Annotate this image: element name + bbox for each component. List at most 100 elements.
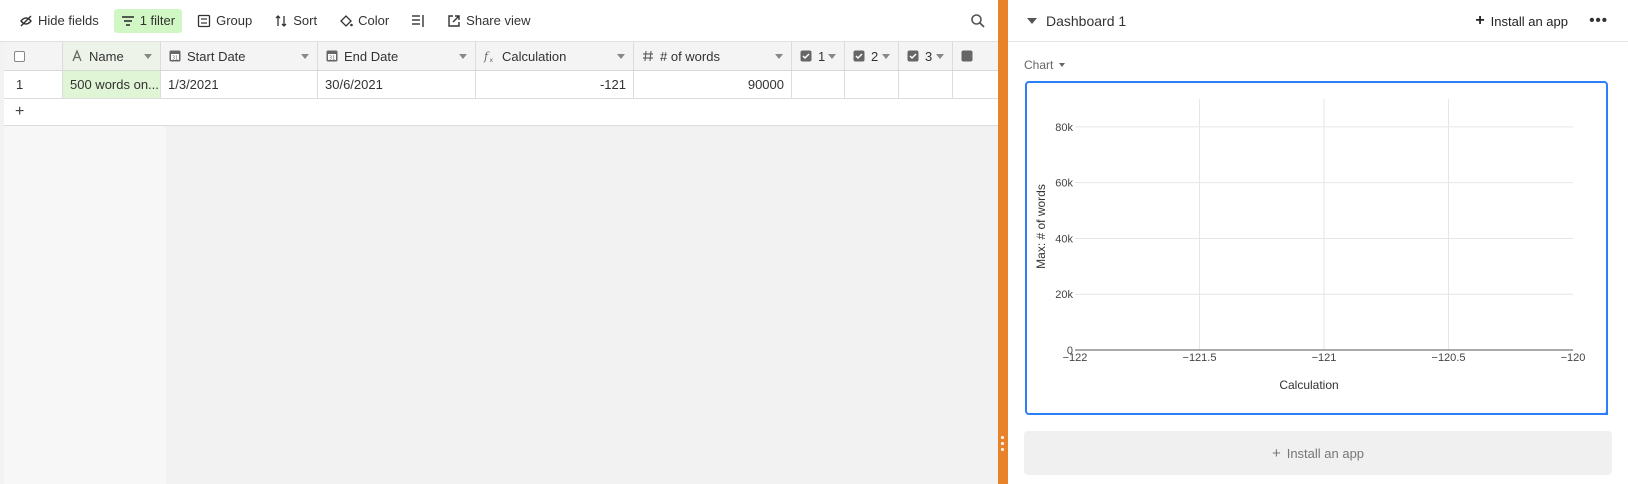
x-tick-label: −121.5	[1183, 352, 1217, 364]
column-header-end-date[interactable]: 31 End Date	[318, 42, 476, 70]
dashboard-header: Dashboard 1 + Install an app •••	[1008, 0, 1628, 42]
checkbox-3-cell[interactable]	[899, 71, 953, 98]
color-button[interactable]: Color	[332, 9, 396, 33]
resize-handle[interactable]	[1602, 409, 1608, 415]
install-app-bottom-label: Install an app	[1286, 445, 1365, 461]
column-header-label: End Date	[344, 48, 399, 64]
end-date-cell[interactable]: 30/6/2021	[318, 71, 476, 98]
column-header-checkbox-3[interactable]: 3	[899, 42, 953, 70]
plus-icon: +	[15, 103, 25, 120]
plus-icon: +	[1475, 12, 1485, 29]
sort-button[interactable]: Sort	[267, 9, 324, 33]
collapse-caret-icon[interactable]	[1027, 18, 1037, 24]
filter-icon	[121, 15, 134, 26]
start-date-cell[interactable]: 1/3/2021	[161, 71, 318, 98]
group-button[interactable]: Group	[190, 9, 259, 33]
chart-app-title[interactable]: Chart	[1024, 58, 1066, 72]
table-row[interactable]: 1 500 words on... 1/3/2021 30/6/2021 -12…	[4, 71, 998, 99]
frozen-column-background	[4, 126, 166, 484]
chevron-down-icon[interactable]	[936, 54, 944, 59]
share-view-button[interactable]: Share view	[440, 9, 537, 33]
words-cell[interactable]: 90000	[634, 71, 792, 98]
install-app-bottom-button[interactable]: + Install an app	[1024, 431, 1612, 475]
group-label: Group	[216, 13, 253, 28]
search-icon[interactable]	[970, 13, 986, 29]
y-tick-label: 60k	[1055, 178, 1073, 190]
install-app-button[interactable]: + Install an app	[1475, 12, 1568, 30]
hide-fields-label: Hide fields	[38, 13, 99, 28]
row-number: 1	[4, 71, 63, 98]
group-icon	[197, 14, 211, 27]
view-toolbar: Hide fields 1 filter Group Sort Color Sh…	[0, 0, 998, 42]
scatter-chart: 020k40k60k80k−122 −121.5 −121 −120.5 −120Cal…	[1034, 99, 1585, 392]
row-height-button[interactable]	[404, 9, 432, 33]
column-header-label: 3	[925, 48, 933, 64]
chevron-down-icon[interactable]	[775, 54, 783, 59]
overflow-cell	[953, 71, 998, 98]
color-label: Color	[358, 13, 390, 28]
column-header-label: Calculation	[502, 48, 567, 64]
chevron-down-icon[interactable]	[1059, 63, 1066, 67]
name-cell[interactable]: 500 words on...	[63, 71, 161, 98]
column-header-start-date[interactable]: 31 Start Date	[161, 42, 318, 70]
y-tick-label: 40k	[1055, 233, 1073, 245]
column-header-overflow[interactable]	[953, 42, 998, 70]
select-all-checkbox[interactable]	[14, 50, 25, 62]
select-all-cell	[4, 42, 63, 70]
x-axis-label: Calculation	[1279, 378, 1338, 392]
column-header-words[interactable]: # of words	[634, 42, 792, 70]
checkbox-field-icon	[799, 50, 812, 63]
column-header-label: Name	[89, 48, 124, 64]
chart-app-label: Chart	[1024, 58, 1054, 72]
column-header-label: 1	[818, 48, 826, 64]
column-header-name[interactable]: Name	[63, 42, 161, 70]
dashboard-title[interactable]: Dashboard 1	[1046, 13, 1126, 29]
column-header-label: Start Date	[187, 48, 246, 64]
header-row: Name 31 Start Date 31 End Date fx Calcul…	[4, 42, 998, 71]
chevron-down-icon[interactable]	[882, 54, 890, 59]
svg-text:x: x	[490, 57, 494, 63]
x-tick-label: −121	[1312, 352, 1337, 364]
plus-icon: +	[1271, 444, 1281, 462]
dashboard-panel: Dashboard 1 + Install an app ••• Chart 0…	[1008, 0, 1628, 484]
number-field-icon	[641, 50, 654, 63]
paint-bucket-icon	[340, 14, 353, 27]
chevron-down-icon[interactable]	[301, 54, 309, 59]
sort-label: Sort	[293, 13, 318, 28]
filter-label: 1 filter	[139, 13, 176, 28]
y-tick-label: 20k	[1055, 289, 1073, 301]
grid-table: Name 31 Start Date 31 End Date fx Calcul…	[4, 42, 998, 484]
hide-fields-icon	[20, 15, 32, 26]
chevron-down-icon[interactable]	[144, 54, 152, 59]
chevron-down-icon[interactable]	[459, 54, 467, 59]
drag-handle-icon[interactable]	[1001, 436, 1005, 456]
panel-resize-divider[interactable]	[998, 0, 1008, 484]
text-field-icon	[70, 50, 83, 63]
checkbox-field-icon	[852, 50, 865, 63]
checkbox-1-cell[interactable]	[792, 71, 845, 98]
x-tick-label: −120.5	[1432, 352, 1466, 364]
hide-fields-button[interactable]: Hide fields	[12, 9, 106, 33]
x-tick-label: −122	[1063, 352, 1088, 364]
share-view-label: Share view	[466, 13, 531, 28]
column-header-checkbox-2[interactable]: 2	[845, 42, 899, 70]
chart-container[interactable]: 0 20k 40k 60k 80k −122 −121.5 −121 −120.5 −120 Cal…	[1025, 81, 1608, 415]
column-header-checkbox-1[interactable]: 1	[792, 42, 845, 70]
sort-icon	[275, 14, 287, 27]
install-app-label: Install an app	[1490, 13, 1568, 29]
chevron-down-icon[interactable]	[828, 54, 836, 59]
share-icon	[448, 14, 460, 27]
column-header-calculation[interactable]: fx Calculation	[476, 42, 634, 70]
chevron-down-icon[interactable]	[617, 54, 625, 59]
svg-text:31: 31	[171, 55, 177, 61]
calculation-cell[interactable]: -121	[476, 71, 634, 98]
checkbox-2-cell[interactable]	[845, 71, 899, 98]
more-options-icon[interactable]: •••	[1589, 12, 1608, 29]
checkbox-field-icon	[960, 50, 973, 63]
filter-button[interactable]: 1 filter	[113, 8, 183, 33]
y-axis-label: Max: # of words	[1034, 184, 1048, 269]
checkbox-field-icon	[906, 50, 919, 63]
row-height-icon	[412, 14, 424, 27]
add-record-button[interactable]: +	[4, 99, 998, 126]
column-header-label: 2	[871, 48, 879, 64]
